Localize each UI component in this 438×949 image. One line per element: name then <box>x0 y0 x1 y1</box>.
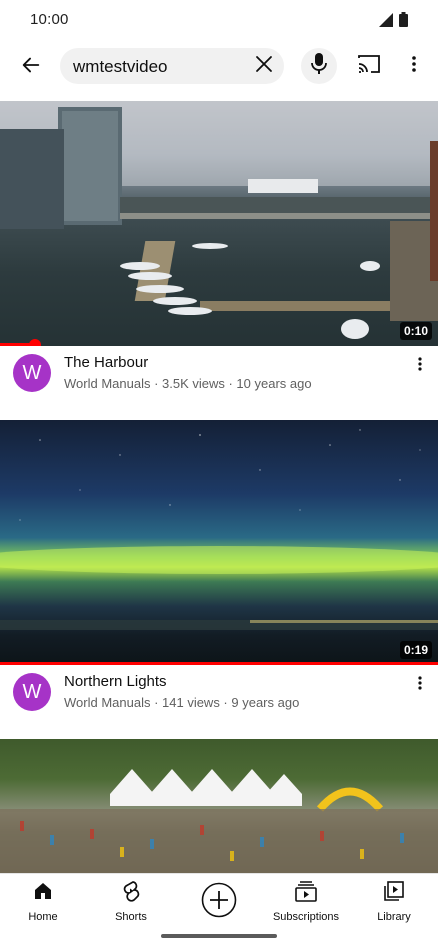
search-results-feed: 0:10 W The Harbour World Manuals · 3.5K … <box>0 101 438 873</box>
channel-avatar[interactable]: W <box>13 354 51 392</box>
subscriptions-icon <box>294 880 318 907</box>
nav-shorts-label: Shorts <box>115 911 147 923</box>
more-vert-icon <box>418 356 422 376</box>
watch-progress-handle <box>29 339 42 346</box>
video-thumbnail[interactable]: 0:19 <box>0 420 438 665</box>
status-icons <box>379 12 408 32</box>
video-thumbnail[interactable] <box>0 739 438 873</box>
video-thumbnail[interactable]: 0:10 <box>0 101 438 346</box>
video-meta[interactable]: W Northern Lights World Manuals · 141 vi… <box>0 665 438 739</box>
video-more-button[interactable] <box>412 673 428 697</box>
video-more-button[interactable] <box>412 354 428 378</box>
video-duration: 0:10 <box>399 322 432 340</box>
clear-icon <box>255 55 273 78</box>
nav-subscriptions[interactable]: Subscriptions <box>266 880 346 923</box>
nav-shorts[interactable]: Shorts <box>91 880 171 923</box>
cast-icon <box>357 54 381 79</box>
mic-icon <box>311 52 327 80</box>
channel-avatar[interactable]: W <box>13 673 51 711</box>
video-title[interactable]: Northern Lights <box>64 673 167 690</box>
video-title[interactable]: The Harbour <box>64 354 148 371</box>
back-arrow-icon <box>20 54 42 81</box>
nav-subscriptions-label: Subscriptions <box>272 911 340 923</box>
cast-button[interactable] <box>355 52 383 80</box>
more-vert-icon <box>418 675 422 695</box>
nav-library-label: Library <box>377 911 411 923</box>
search-input[interactable]: wmtestvideo <box>60 48 284 84</box>
nav-create[interactable] <box>179 882 259 923</box>
search-header: wmtestvideo <box>0 40 438 94</box>
library-icon <box>383 880 405 907</box>
clear-search-button[interactable] <box>252 54 276 78</box>
more-options-button[interactable] <box>404 52 424 80</box>
battery-icon <box>399 12 408 32</box>
nav-home-label: Home <box>28 911 58 923</box>
shorts-icon <box>120 880 142 907</box>
video-subtitle: World Manuals · 3.5K views · 10 years ag… <box>64 376 312 391</box>
gesture-home-indicator[interactable] <box>161 934 277 938</box>
marathon-scene <box>0 769 438 873</box>
more-vert-icon <box>412 55 416 77</box>
video-meta[interactable]: W The Harbour World Manuals · 3.5K views… <box>0 346 438 420</box>
signal-icon <box>379 12 393 32</box>
video-subtitle: World Manuals · 141 views · 9 years ago <box>64 695 300 710</box>
harbour-scene <box>0 101 438 339</box>
nav-library[interactable]: Library <box>354 880 434 923</box>
search-query: wmtestvideo <box>73 57 168 76</box>
bottom-navigation: Home Shorts Subscriptions Library <box>0 873 438 949</box>
back-button[interactable] <box>14 50 48 84</box>
status-time: 10:00 <box>30 11 69 28</box>
create-icon <box>201 882 237 923</box>
voice-search-button[interactable] <box>301 48 337 84</box>
aurora-scene <box>0 429 438 630</box>
status-bar: 10:00 <box>0 0 438 40</box>
home-icon <box>32 880 54 907</box>
nav-home[interactable]: Home <box>3 880 83 923</box>
video-duration: 0:19 <box>399 641 432 659</box>
